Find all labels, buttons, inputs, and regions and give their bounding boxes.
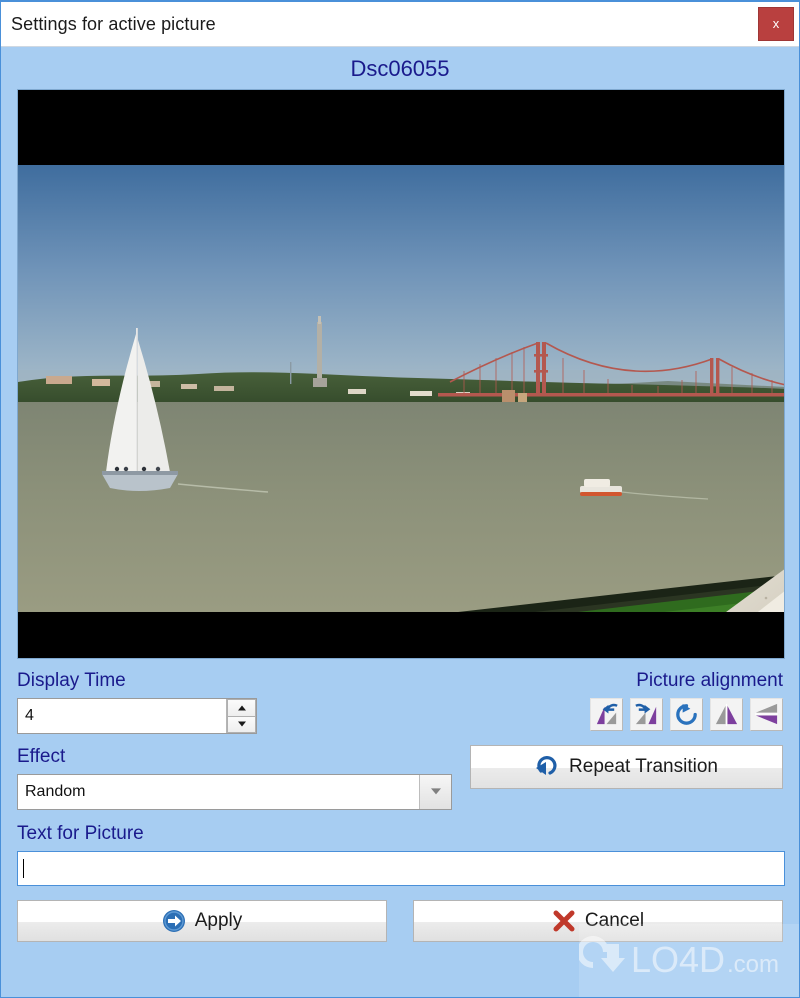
display-time-stepper[interactable] (226, 699, 256, 733)
stepper-down-button[interactable] (227, 716, 256, 733)
window-title: Settings for active picture (11, 13, 216, 34)
display-time-row: Display Time 4 Picture alignment (17, 669, 783, 734)
repeat-transition-label: Repeat Transition (569, 756, 718, 777)
effect-dropdown[interactable]: Random (17, 774, 452, 810)
flip-vertical-button[interactable] (750, 698, 783, 731)
apply-button[interactable]: Apply (17, 900, 387, 942)
rotate-circular-arrow-icon (676, 703, 697, 725)
repeat-arrow-icon (536, 756, 557, 775)
apply-label: Apply (194, 910, 243, 931)
chevron-down-icon[interactable] (419, 775, 451, 809)
cancel-button[interactable]: Cancel (413, 900, 783, 942)
close-button[interactable]: x (758, 7, 794, 41)
rotate-left-icon (596, 703, 618, 725)
picture-alignment-buttons (590, 698, 783, 731)
flip-horizontal-button[interactable] (710, 698, 743, 731)
action-buttons-row: Apply Cancel (17, 900, 783, 942)
dialog-content: Dsc06055 Display Time 4 Picture alignmen… (1, 47, 799, 997)
flip-vertical-icon (754, 703, 779, 725)
effect-row: Effect Random Repeat Transition (17, 745, 783, 810)
text-for-picture-label: Text for Picture (17, 823, 144, 844)
title-bar: Settings for active picture x (1, 2, 799, 47)
display-time-value[interactable]: 4 (18, 699, 226, 733)
cancel-label: Cancel (584, 910, 645, 931)
arrow-right-circle-icon (162, 910, 185, 932)
red-x-icon (553, 910, 575, 932)
preview-photo (18, 90, 784, 658)
effect-selected-value: Random (25, 783, 86, 800)
picture-alignment-label: Picture alignment (636, 670, 783, 691)
controls-area: Display Time 4 Picture alignment Effect … (17, 669, 785, 942)
settings-dialog: Settings for active picture x Dsc06055 D… (0, 0, 800, 998)
rotate-left-button[interactable] (590, 698, 623, 731)
stepper-up-button[interactable] (227, 699, 256, 717)
repeat-transition-button[interactable]: Repeat Transition (470, 745, 783, 789)
rotate-reset-button[interactable] (670, 698, 703, 731)
text-caret (23, 859, 24, 878)
rotate-right-button[interactable] (630, 698, 663, 731)
text-for-picture-row: Text for Picture (17, 822, 785, 886)
display-time-field[interactable]: 4 (17, 698, 257, 734)
flip-horizontal-icon (715, 703, 738, 727)
text-for-picture-input[interactable] (17, 851, 785, 886)
rotate-right-icon (635, 703, 657, 725)
picture-name-heading: Dsc06055 (350, 56, 450, 81)
picture-alignment-panel: Picture alignment (590, 669, 783, 731)
picture-preview[interactable] (17, 89, 785, 659)
